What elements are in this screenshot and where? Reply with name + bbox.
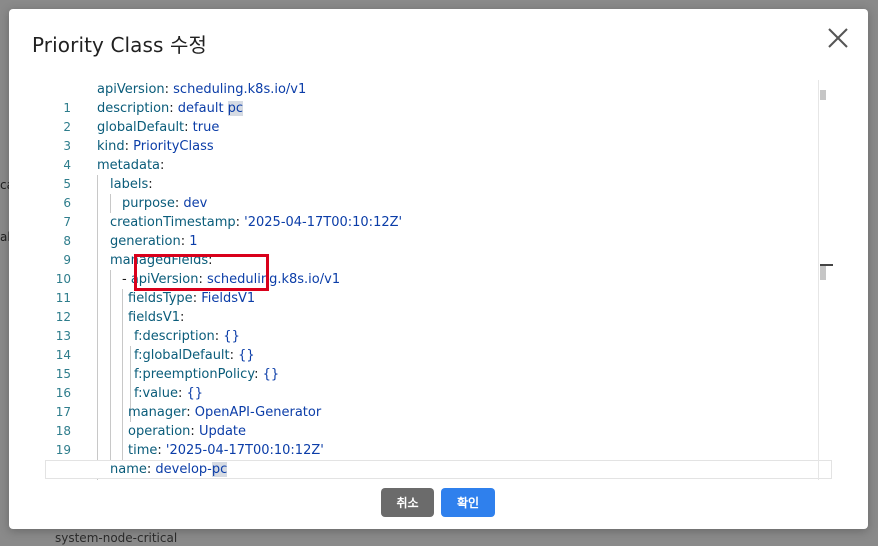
modal-title: Priority Class 수정 [32,33,208,57]
highlight-annotation-box [134,254,269,291]
code-line-current: 21 name: develop-pc [45,460,832,479]
code-text: manager: OpenAPI-Generator [128,405,322,420]
code-line: 7 purpose: dev [45,194,832,229]
code-text: kind: PriorityClass [97,139,214,154]
code-line: 12 fieldsType: FieldsV1 [45,289,832,324]
cancel-button[interactable]: 취소 [381,488,434,517]
code-line: 13 fieldsV1: [45,308,832,343]
code-text: fieldsV1: [128,310,185,325]
code-line: 9 generation: 1 [45,232,832,267]
close-icon[interactable] [826,26,850,50]
code-line: 16 f:preemptionPolicy: {} [45,365,832,400]
scrollbar-thumb[interactable] [820,90,826,100]
code-line: 5 metadata: [45,156,832,191]
code-text: globalDefault: true [97,120,220,135]
code-text: time: '2025-04-17T00:10:12Z' [128,443,324,458]
code-text: fieldsType: FieldsV1 [128,291,256,306]
code-text: purpose: dev [122,196,208,211]
yaml-editor[interactable]: 1 apiVersion: scheduling.k8s.io/v1 2 des… [45,80,832,480]
code-line: 20 time: '2025-04-17T00:10:12Z' [45,441,832,476]
code-text: apiVersion: scheduling.k8s.io/v1 [97,82,307,97]
line-number: 21 [45,479,71,480]
code-line: 15 f:globalDefault: {} [45,346,832,381]
code-line: 17 f:value: {} [45,384,832,419]
code-text: f:preemptionPolicy: {} [134,367,280,382]
code-line: 1 apiVersion: scheduling.k8s.io/v1 [45,80,832,115]
code-line: 4 kind: PriorityClass [45,137,832,172]
confirm-button[interactable]: 확인 [441,488,495,517]
code-line: 18 manager: OpenAPI-Generator [45,403,832,438]
scrollbar-thumb[interactable] [820,266,826,280]
code-line: 6 labels: [45,175,832,210]
code-text: f:globalDefault: {} [134,348,255,363]
priority-class-edit-modal: Priority Class 수정 1 apiVersion: scheduli… [9,9,868,529]
background-row-text: system-node-critical [55,531,178,545]
code-line: 19 operation: Update [45,422,832,457]
code-text: creationTimestamp: '2025-04-17T00:10:12Z… [110,215,403,230]
code-text: labels: [110,177,153,192]
code-text: generation: 1 [110,234,198,249]
code-text: f:value: {} [134,386,204,401]
code-text: name: develop-pc [110,462,228,477]
code-text: f:description: {} [134,329,240,344]
code-text: metadata: [97,158,165,173]
code-line: 8 creationTimestamp: '2025-04-17T00:10:1… [45,213,832,248]
code-line: 3 globalDefault: true [45,118,832,153]
code-text: description: default pc [97,101,244,116]
code-text: operation: Update [128,424,247,439]
editor-scrollbar[interactable] [818,80,833,480]
code-line: 2 description: default pc [45,99,832,134]
code-line: 14 f:description: {} [45,327,832,362]
